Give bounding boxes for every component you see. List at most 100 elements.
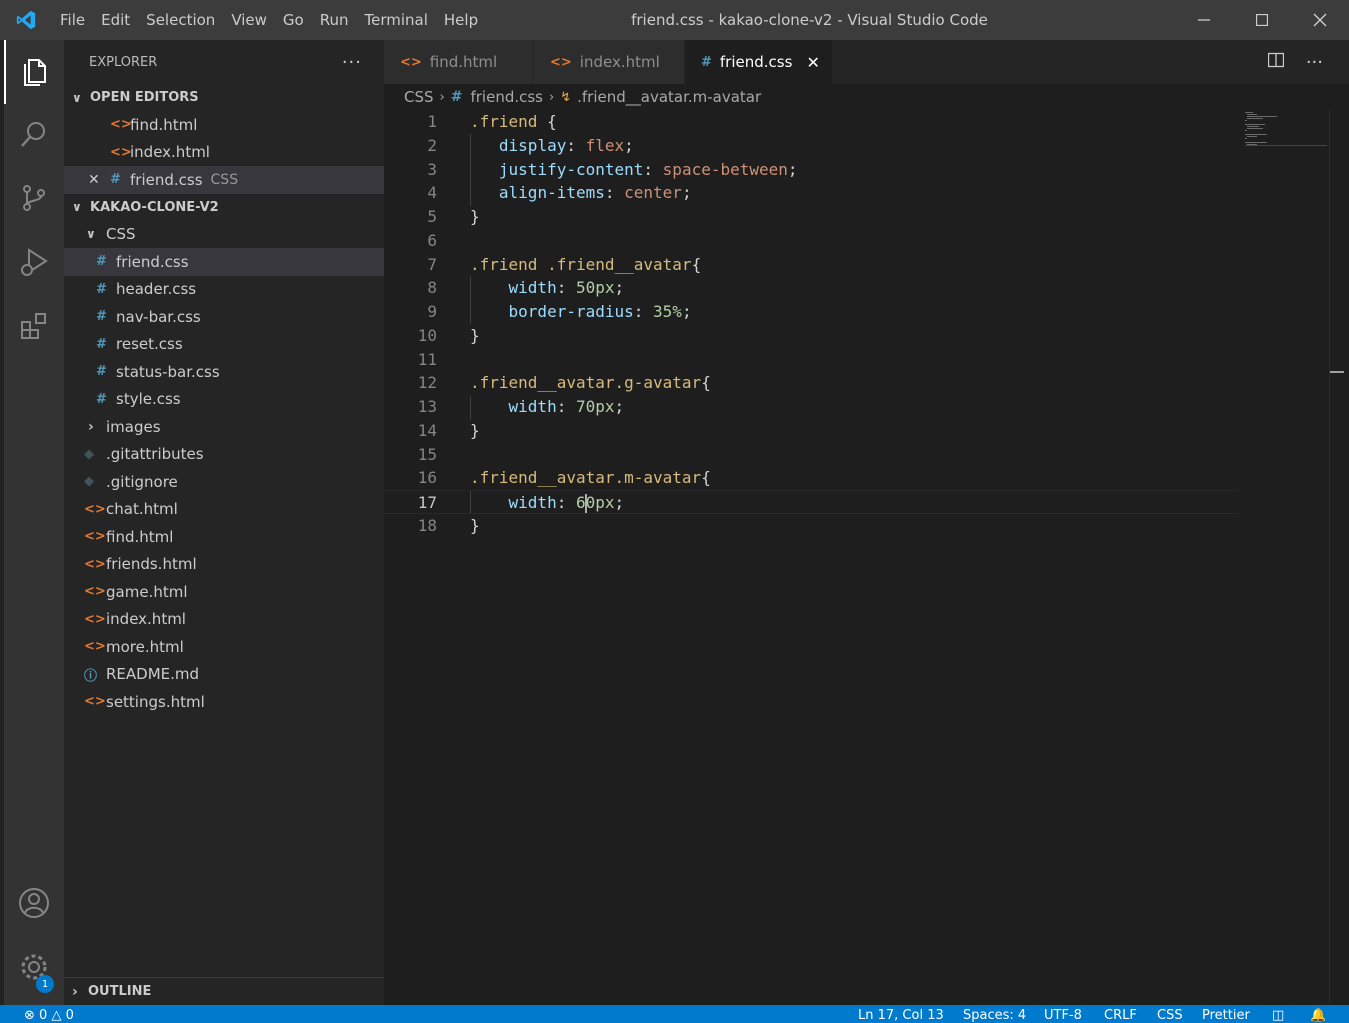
menu-item-help[interactable]: Help — [436, 11, 486, 29]
code-line[interactable]: 6 — [384, 229, 1239, 253]
file-item[interactable]: <> game.html — [64, 578, 384, 606]
problems-indicator[interactable]: ⊗ 0 △ 0 — [24, 1008, 74, 1023]
breadcrumb-symbol[interactable]: .friend__avatar.m-avatar — [577, 88, 761, 106]
tab-friend-css[interactable]: # friend.css ✕ — [685, 40, 833, 84]
more-actions-icon[interactable]: ··· — [342, 52, 362, 73]
folder-label: images — [106, 417, 161, 436]
tab-index-html[interactable]: <> index.html — [534, 40, 685, 84]
code-line[interactable]: 17 width: 60px; — [384, 490, 1239, 514]
close-window-button[interactable] — [1291, 0, 1349, 40]
language-mode[interactable]: CSS — [1157, 1008, 1183, 1023]
cursor-position[interactable]: Ln 17, Col 13 — [858, 1008, 944, 1023]
tab-find-html[interactable]: <> find.html — [384, 40, 534, 84]
css-file-icon: # — [96, 254, 107, 270]
html-file-icon: <> — [110, 117, 132, 133]
open-editor-item[interactable]: <> index.html — [64, 139, 384, 167]
code-line[interactable]: 14} — [384, 419, 1239, 443]
file-item[interactable]: <> index.html — [64, 606, 384, 634]
code-line[interactable]: 13 width: 70px; — [384, 395, 1239, 419]
line-code: } — [470, 324, 480, 348]
code-token: .friend — [470, 112, 538, 131]
code-token: width — [508, 397, 557, 416]
code-line[interactable]: 5} — [384, 205, 1239, 229]
code-line[interactable]: 10} — [384, 324, 1239, 348]
code-line[interactable]: 8 width: 50px; — [384, 276, 1239, 300]
minimap[interactable] — [1245, 110, 1327, 150]
run-debug-activity-button[interactable] — [4, 232, 64, 296]
error-icon: ⊗ — [24, 1008, 35, 1023]
more-actions-icon[interactable]: ··· — [1306, 52, 1323, 73]
open-editor-item-active[interactable]: ✕ # friend.css CSS — [64, 166, 384, 194]
html-file-icon: <> — [84, 611, 106, 627]
menu-item-edit[interactable]: Edit — [93, 11, 138, 29]
minimize-button[interactable] — [1175, 0, 1233, 40]
feedback-icon[interactable]: ◫ — [1272, 1008, 1284, 1023]
menu-item-selection[interactable]: Selection — [138, 11, 223, 29]
search-activity-button[interactable] — [4, 104, 64, 168]
manage-activity-button[interactable]: 1 — [4, 937, 64, 1001]
menu-item-terminal[interactable]: Terminal — [357, 11, 436, 29]
breadcrumb-file[interactable]: friend.css — [470, 88, 543, 106]
breadcrumb-folder[interactable]: CSS — [404, 88, 434, 106]
file-label: status-bar.css — [116, 362, 220, 381]
file-item[interactable]: ◆ .gitattributes — [64, 441, 384, 469]
file-item[interactable]: <> find.html — [64, 523, 384, 551]
split-editor-icon[interactable] — [1267, 52, 1284, 72]
vertical-scrollbar[interactable] — [1329, 110, 1344, 1005]
menu-item-go[interactable]: Go — [275, 11, 312, 29]
end-of-line[interactable]: CRLF — [1104, 1008, 1137, 1023]
notifications-icon[interactable]: 🔔 — [1310, 1008, 1326, 1023]
encoding[interactable]: UTF-8 — [1044, 1008, 1082, 1023]
file-item[interactable]: ◆ .gitignore — [64, 468, 384, 496]
file-item[interactable]: # nav-bar.css — [64, 303, 384, 331]
close-icon[interactable]: ✕ — [806, 53, 819, 72]
menu-item-run[interactable]: Run — [312, 11, 357, 29]
file-item[interactable]: ⓘ README.md — [64, 661, 384, 689]
code-line[interactable]: 16 .friend__avatar.m-avatar{ — [384, 466, 1239, 490]
file-item[interactable]: <> more.html — [64, 633, 384, 661]
menu-item-view[interactable]: View — [223, 11, 275, 29]
code-line[interactable]: 2 display: flex; — [384, 134, 1239, 158]
file-item[interactable]: # reset.css — [64, 331, 384, 359]
outline-section-header[interactable]: › OUTLINE — [64, 977, 384, 1005]
explorer-activity-button[interactable] — [4, 40, 64, 104]
formatter[interactable]: Prettier — [1202, 1008, 1250, 1023]
code-line[interactable]: 9 border-radius: 35%; — [384, 300, 1239, 324]
file-item[interactable]: # friend.css — [64, 248, 384, 276]
file-item[interactable]: <> chat.html — [64, 496, 384, 524]
file-item[interactable]: # style.css — [64, 386, 384, 414]
accounts-activity-button[interactable] — [4, 873, 64, 937]
html-file-icon: <> — [84, 694, 106, 710]
line-number: 5 — [427, 207, 437, 226]
chevron-down-icon: ∨ — [86, 227, 96, 242]
code-line[interactable]: 4 align-items: center; — [384, 181, 1239, 205]
maximize-button[interactable] — [1233, 0, 1291, 40]
project-section-header[interactable]: ∨ KAKAO-CLONE-V2 — [64, 194, 384, 221]
file-item[interactable]: # status-bar.css — [64, 358, 384, 386]
close-icon[interactable]: ✕ — [88, 172, 110, 188]
code-line[interactable]: 11 — [384, 348, 1239, 372]
code-token: width — [508, 278, 557, 298]
code-token: { — [691, 254, 702, 274]
line-code: border-radius: 35%; — [470, 300, 692, 324]
file-item[interactable]: <> friends.html — [64, 551, 384, 579]
code-line[interactable]: 7 .friend .friend__avatar{ — [384, 253, 1239, 277]
folder-images[interactable]: › images — [64, 413, 384, 441]
open-editor-item[interactable]: <> find.html — [64, 111, 384, 139]
file-item[interactable]: <> settings.html — [64, 688, 384, 716]
folder-css[interactable]: ∨ CSS — [64, 221, 384, 249]
code-line[interactable]: 15 — [384, 443, 1239, 467]
indentation[interactable]: Spaces: 4 — [963, 1008, 1026, 1023]
open-editors-section-header[interactable]: ∨ OPEN EDITORS — [64, 84, 384, 111]
open-editor-label: find.html — [130, 115, 198, 134]
code-line[interactable]: 12 .friend__avatar.g-avatar{ — [384, 371, 1239, 395]
code-token: .friend .friend__avatar — [470, 254, 692, 274]
file-item[interactable]: # header.css — [64, 276, 384, 304]
code-line[interactable]: 1 .friend { — [384, 110, 1239, 134]
menu-item-file[interactable]: File — [52, 11, 93, 29]
code-line[interactable]: 18} — [384, 514, 1239, 538]
extensions-activity-button[interactable] — [4, 296, 64, 360]
code-line[interactable]: 3 justify-content: space-between; — [384, 158, 1239, 182]
code-editor[interactable]: 1 .friend {2 display: flex; 3 justify-cont… — [384, 110, 1349, 1005]
source-control-activity-button[interactable] — [4, 168, 64, 232]
